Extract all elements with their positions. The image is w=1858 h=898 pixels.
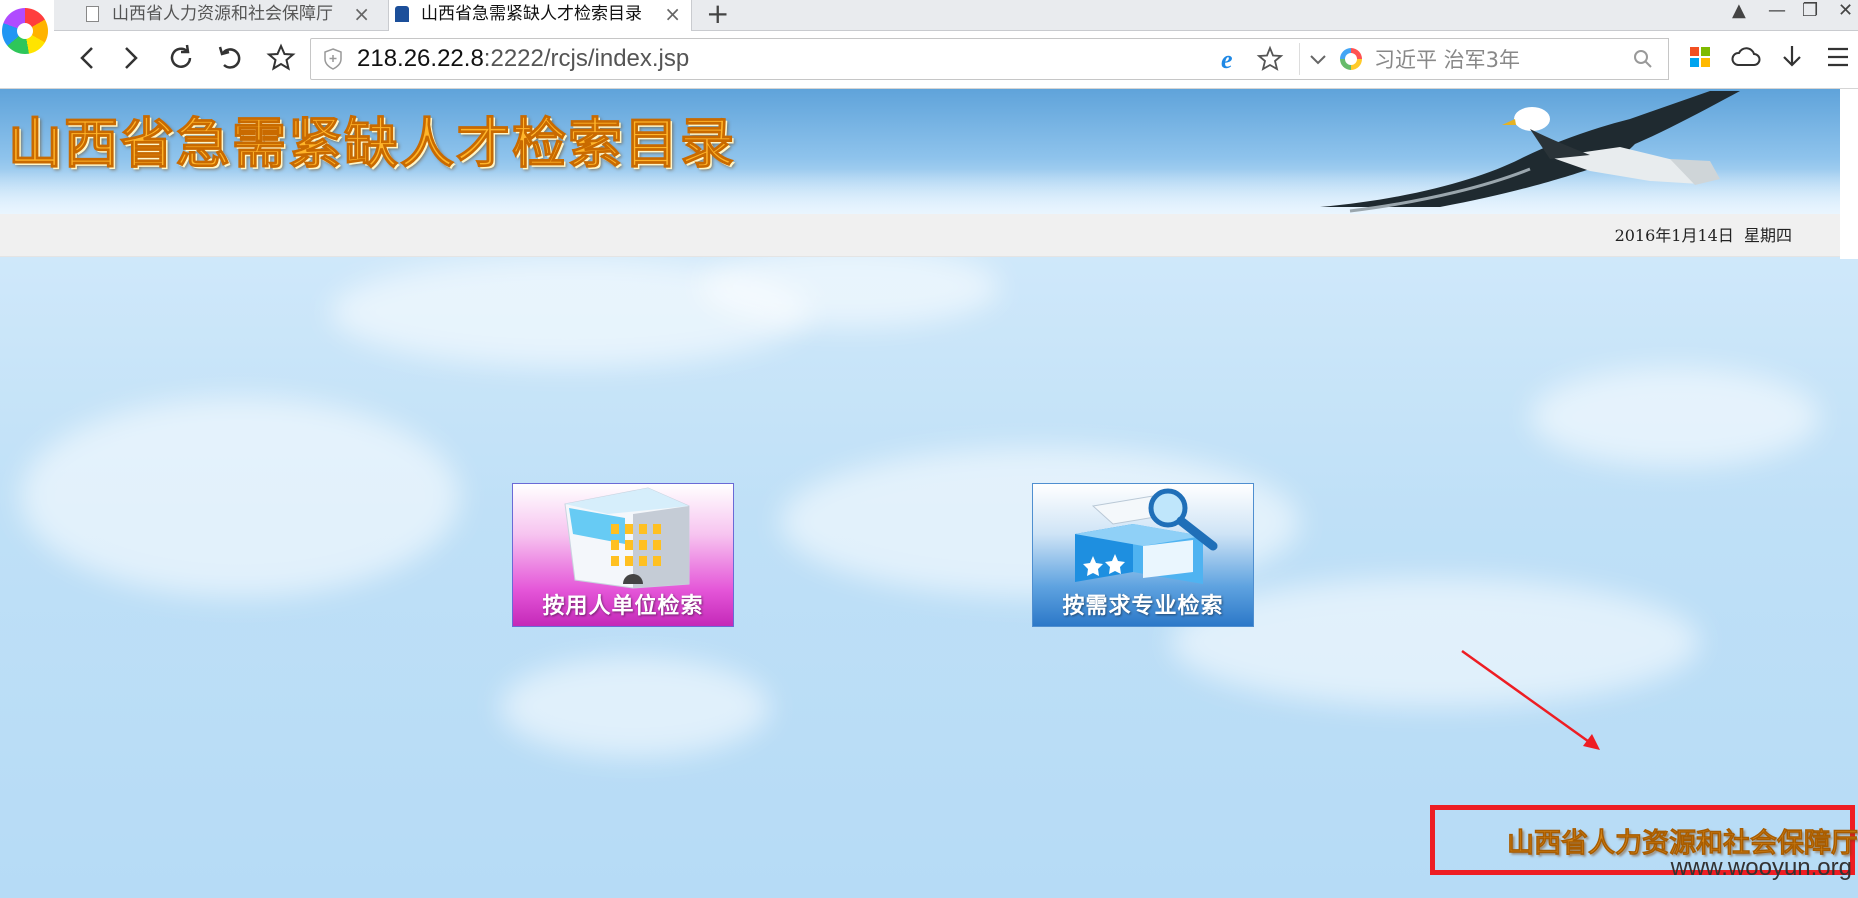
url-path: :2222/rcjs/index.jsp — [483, 45, 690, 72]
undo-icon — [218, 46, 241, 69]
star-icon — [266, 43, 296, 71]
forward-button[interactable] — [114, 41, 148, 75]
chevron-down-icon[interactable] — [1306, 47, 1330, 71]
cloud — [20, 397, 460, 597]
cloud — [500, 657, 770, 757]
minimize-button[interactable]: — — [1768, 0, 1786, 22]
watermark-text: www.wooyun.org — [1670, 854, 1852, 881]
maximize-button[interactable]: ❐ — [1802, 0, 1818, 22]
site-favicon-icon — [395, 6, 409, 22]
office-building-icon — [564, 487, 690, 589]
eagle-image — [1320, 91, 1740, 213]
search-by-major-label: 按需求专业检索 — [1062, 594, 1224, 619]
cloud-icon — [1731, 47, 1761, 66]
search-by-major-button[interactable]: 按需求专业检索 — [1032, 483, 1254, 627]
new-tab-button[interactable]: + — [706, 0, 729, 30]
search-by-employer-button[interactable]: 按用人单位检索 — [512, 483, 734, 627]
page-title: 山西省急需紧缺人才检索目录 — [8, 112, 736, 176]
tab-title: 山西省人力资源和社会保障厅 — [112, 4, 333, 24]
download-icon — [1783, 46, 1801, 67]
reload-icon — [170, 44, 192, 68]
tab-title: 山西省急需紧缺人才检索目录 — [421, 4, 642, 24]
forward-icon — [125, 47, 138, 69]
tab-talent-catalog[interactable]: 山西省急需紧缺人才检索目录 × — [388, 0, 692, 31]
skin-icon[interactable]: ▲ — [1732, 0, 1746, 22]
search-by-employer-label: 按用人单位检索 — [542, 594, 704, 619]
site-banner: 山西省急需紧缺人才检索目录 — [0, 89, 1840, 214]
cloud — [1530, 367, 1820, 467]
url-host: 218.26.22.8 — [357, 45, 484, 72]
menu-button[interactable] — [1820, 39, 1856, 75]
back-button[interactable] — [72, 41, 106, 75]
sky-background — [0, 247, 1858, 898]
page-viewport: 山西省急需紧缺人才检索目录 2016年1月14日 星期四 按用人单位检索 按需求… — [0, 89, 1858, 898]
browser-logo[interactable] — [0, 0, 54, 74]
apps-button[interactable] — [1682, 39, 1718, 75]
shield-icon — [324, 48, 342, 70]
search-box[interactable] — [1330, 38, 1669, 80]
date-bar: 2016年1月14日 星期四 — [0, 214, 1840, 257]
back-icon — [80, 47, 93, 69]
bookmark-button[interactable] — [264, 41, 298, 75]
downloads-button[interactable] — [1774, 39, 1810, 75]
annotation-arrow — [1461, 649, 1600, 750]
ie-engine-icon[interactable]: e — [1221, 45, 1233, 75]
browser-logo-icon — [2, 8, 48, 54]
close-icon[interactable]: × — [353, 0, 370, 28]
apps-grid-icon — [1690, 47, 1710, 67]
favorite-star-icon[interactable] — [1256, 45, 1284, 73]
reload-button[interactable] — [164, 41, 198, 75]
tab-hrss[interactable]: 山西省人力资源和社会保障厅 × — [80, 0, 380, 30]
cloud-sync-button[interactable] — [1728, 39, 1764, 75]
window-close-button[interactable]: ✕ — [1838, 0, 1853, 22]
toolbox-magnifier-icon — [1075, 488, 1218, 584]
current-date: 2016年1月14日 星期四 — [1614, 226, 1792, 245]
tab-strip: 山西省人力资源和社会保障厅 × 山西省急需紧缺人才检索目录 × + ▲ — ❐ … — [0, 0, 1858, 31]
search-engine-icon[interactable] — [1340, 48, 1362, 70]
search-input[interactable] — [1372, 43, 1616, 75]
cloud — [700, 247, 1000, 327]
navigation-toolbar: 218.26.22.8:2222/rcjs/index.jsp e — [0, 31, 1858, 89]
search-icon[interactable] — [1632, 48, 1654, 70]
url-text[interactable]: 218.26.22.8:2222/rcjs/index.jsp — [357, 45, 689, 73]
document-icon — [86, 6, 99, 22]
undo-close-button[interactable] — [214, 41, 248, 75]
address-bar[interactable]: 218.26.22.8:2222/rcjs/index.jsp e — [310, 38, 1332, 80]
scrollbar-track[interactable] — [1840, 89, 1858, 259]
close-icon[interactable]: × — [664, 0, 681, 28]
divider — [1299, 43, 1300, 75]
hamburger-menu-icon — [1828, 47, 1848, 67]
